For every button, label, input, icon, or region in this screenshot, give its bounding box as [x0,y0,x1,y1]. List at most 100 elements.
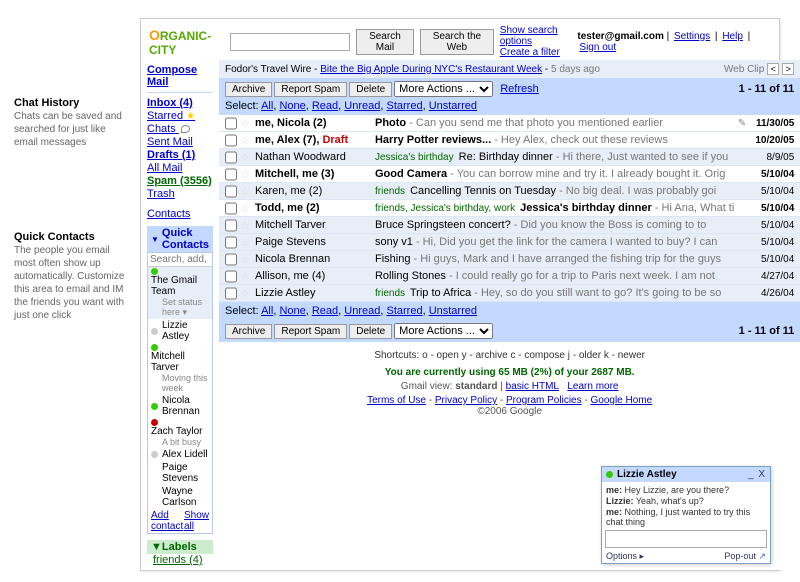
chat-options-link[interactable]: Options ▸ [606,551,644,562]
star-icon[interactable]: ☆ [240,202,252,215]
message-row[interactable]: ☆Mitchell, me (3)Good Camera - You can b… [219,166,800,183]
select-checkbox[interactable] [225,270,237,283]
select-checkbox[interactable] [225,253,237,266]
webclip-prev-icon[interactable]: < [767,63,779,75]
select-starred[interactable]: Starred [386,305,422,317]
help-link[interactable]: Help [722,31,743,42]
quick-contacts-search[interactable] [148,253,212,267]
archive-button[interactable]: Archive [225,324,272,339]
star-icon[interactable]: ☆ [240,253,252,266]
select-checkbox[interactable] [225,168,237,181]
message-row[interactable]: ☆Mitchell TarverBruce Springsteen concer… [219,217,800,234]
select-checkbox[interactable] [225,185,237,198]
create-filter-link[interactable]: Create a filter [500,47,560,58]
message-row[interactable]: ☆Allison, me (4)Rolling Stones - I could… [219,268,800,285]
select-all[interactable]: All [261,100,273,112]
chat-window-header[interactable]: Lizzie Astley _ X [602,467,770,482]
report-spam-button[interactable]: Report Spam [274,82,347,97]
show-all-link[interactable]: Show all [184,510,209,532]
message-row[interactable]: ☆Nicola BrennanFishing - Hi guys, Mark a… [219,251,800,268]
select-unread[interactable]: Unread [344,100,380,112]
select-checkbox[interactable] [225,236,237,249]
select-checkbox[interactable] [225,287,237,300]
search-input[interactable] [230,33,350,51]
compose-mail-link[interactable]: Compose Mail [147,64,213,88]
message-row[interactable]: ☆Nathan WoodwardJessica's birthday Re: B… [219,149,800,166]
contact-row[interactable]: Wayne Carlson [148,485,212,509]
more-actions-select[interactable]: More Actions ... [394,323,493,339]
search-web-button[interactable]: Search the Web [420,29,494,55]
webclip-next-icon[interactable]: > [782,63,794,75]
select-checkbox[interactable] [225,219,237,232]
star-icon[interactable]: ☆ [240,151,252,164]
labels-header[interactable]: ▼Labels [147,540,213,554]
archive-button[interactable]: Archive [225,82,272,97]
webclip-link[interactable]: Bite the Big Apple During NYC's Restaura… [320,64,542,75]
nav-drafts[interactable]: Drafts (1) [147,149,213,161]
report-spam-button[interactable]: Report Spam [274,324,347,339]
contacts-link[interactable]: Contacts [147,208,213,220]
star-icon[interactable]: ☆ [240,219,252,232]
contact-row[interactable]: Paige Stevens [148,461,212,485]
basic-html-link[interactable]: basic HTML [506,381,559,392]
message-row[interactable]: ☆me, Alex (7), DraftHarry Potter reviews… [219,132,800,149]
select-checkbox[interactable] [225,117,237,130]
minimize-icon[interactable]: _ [748,469,755,480]
message-row[interactable]: ☆Paige Stevenssony v1 - Hi, Did you get … [219,234,800,251]
nav-chats[interactable]: Chats [147,123,213,135]
footer-link[interactable]: Terms of Use [367,395,426,406]
message-row[interactable]: ☆Todd, me (2)friends, Jessica's birthday… [219,200,800,217]
select-read[interactable]: Read [312,100,338,112]
delete-button[interactable]: Delete [349,324,392,339]
select-all[interactable]: All [261,305,273,317]
star-icon[interactable]: ☆ [240,236,252,249]
select-checkbox[interactable] [225,134,237,147]
footer-link[interactable]: Privacy Policy [435,395,497,406]
message-row[interactable]: ☆me, Nicola (2)Photo - Can you send me t… [219,115,800,132]
message-row[interactable]: ☆Karen, me (2)friends Cancelling Tennis … [219,183,800,200]
refresh-link[interactable]: Refresh [500,83,539,95]
star-icon[interactable]: ☆ [240,185,252,198]
select-checkbox[interactable] [225,202,237,215]
chat-popout-link[interactable]: Pop-out ↗ [724,551,766,562]
select-unread[interactable]: Unread [344,305,380,317]
select-unstarred[interactable]: Unstarred [429,305,477,317]
nav-all[interactable]: All Mail [147,162,213,174]
contact-row[interactable]: Zach TaylorA bit busy [148,418,212,448]
star-icon[interactable]: ☆ [240,168,252,181]
nav-sent[interactable]: Sent Mail [147,136,213,148]
select-checkbox[interactable] [225,151,237,164]
search-mail-button[interactable]: Search Mail [356,29,414,55]
contact-self[interactable]: The Gmail Team Set status here ▾ [148,267,212,319]
select-unstarred[interactable]: Unstarred [429,100,477,112]
settings-link[interactable]: Settings [674,31,710,42]
star-icon[interactable]: ☆ [240,117,252,130]
nav-starred[interactable]: Starred ★ [147,110,213,122]
nav-inbox[interactable]: Inbox (4) [147,97,213,109]
delete-button[interactable]: Delete [349,82,392,97]
more-actions-select[interactable]: More Actions ... [394,81,493,97]
star-icon[interactable]: ☆ [240,270,252,283]
quick-contacts-header[interactable]: ▼Quick Contacts [147,226,213,252]
show-search-options-link[interactable]: Show search options [500,25,558,47]
learn-more-link[interactable]: Learn more [567,381,618,392]
select-none[interactable]: None [279,100,305,112]
contact-row[interactable]: Lizzie Astley [148,319,212,343]
select-none[interactable]: None [279,305,305,317]
label-friends[interactable]: friends (4) [147,554,203,566]
message-row[interactable]: ☆Lizzie Astleyfriends Trip to Africa - H… [219,285,800,302]
nav-trash[interactable]: Trash [147,188,213,200]
chat-input[interactable] [605,530,767,548]
select-starred[interactable]: Starred [386,100,422,112]
add-contact-link[interactable]: Add contact [151,510,184,532]
star-icon[interactable]: ☆ [240,287,252,300]
contact-row[interactable]: Mitchell TarverMoving this week [148,343,212,394]
select-read[interactable]: Read [312,305,338,317]
footer-link[interactable]: Google Home [591,395,653,406]
star-icon[interactable]: ☆ [240,134,252,147]
footer-link[interactable]: Program Policies [506,395,582,406]
nav-spam[interactable]: Spam (3556) [147,175,213,187]
contact-row[interactable]: Alex Lidell [148,448,212,461]
contact-row[interactable]: Nicola Brennan [148,394,212,418]
close-icon[interactable]: X [758,469,766,480]
